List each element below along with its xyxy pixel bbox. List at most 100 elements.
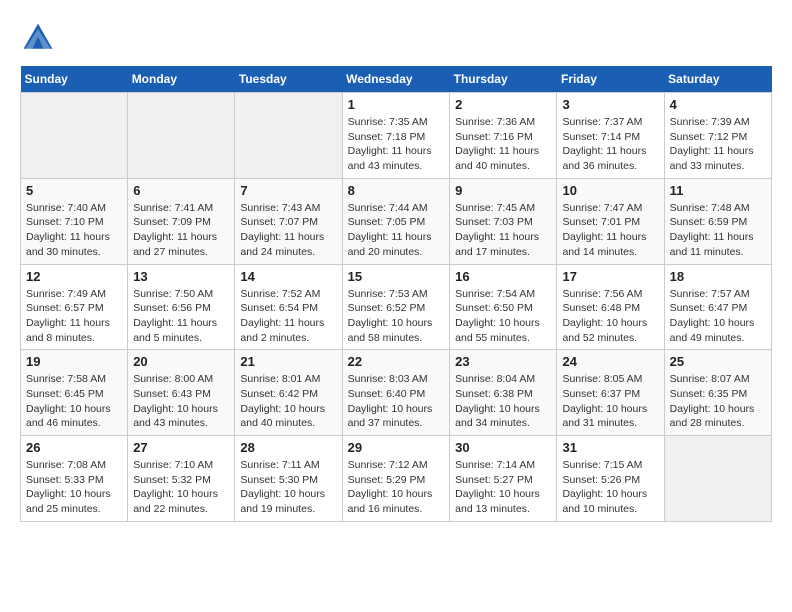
day-info: Sunrise: 7:10 AMSunset: 5:32 PMDaylight:… <box>133 458 229 517</box>
calendar-week-row: 5 Sunrise: 7:40 AMSunset: 7:10 PMDayligh… <box>21 178 772 264</box>
day-number: 2 <box>455 97 551 112</box>
day-info: Sunrise: 7:11 AMSunset: 5:30 PMDaylight:… <box>240 458 336 517</box>
day-info: Sunrise: 8:03 AMSunset: 6:40 PMDaylight:… <box>348 372 445 431</box>
calendar-cell: 27 Sunrise: 7:10 AMSunset: 5:32 PMDaylig… <box>128 436 235 522</box>
day-number: 17 <box>562 269 658 284</box>
day-info: Sunrise: 7:15 AMSunset: 5:26 PMDaylight:… <box>562 458 658 517</box>
day-number: 11 <box>670 183 766 198</box>
day-number: 7 <box>240 183 336 198</box>
calendar-cell <box>235 93 342 179</box>
weekday-header: Thursday <box>450 66 557 93</box>
calendar-cell: 2 Sunrise: 7:36 AMSunset: 7:16 PMDayligh… <box>450 93 557 179</box>
calendar-week-row: 26 Sunrise: 7:08 AMSunset: 5:33 PMDaylig… <box>21 436 772 522</box>
day-info: Sunrise: 8:05 AMSunset: 6:37 PMDaylight:… <box>562 372 658 431</box>
calendar-cell: 24 Sunrise: 8:05 AMSunset: 6:37 PMDaylig… <box>557 350 664 436</box>
day-number: 21 <box>240 354 336 369</box>
day-info: Sunrise: 7:36 AMSunset: 7:16 PMDaylight:… <box>455 115 551 174</box>
calendar-cell: 8 Sunrise: 7:44 AMSunset: 7:05 PMDayligh… <box>342 178 450 264</box>
day-number: 27 <box>133 440 229 455</box>
weekday-header: Friday <box>557 66 664 93</box>
day-info: Sunrise: 8:07 AMSunset: 6:35 PMDaylight:… <box>670 372 766 431</box>
calendar-cell: 15 Sunrise: 7:53 AMSunset: 6:52 PMDaylig… <box>342 264 450 350</box>
calendar-cell: 19 Sunrise: 7:58 AMSunset: 6:45 PMDaylig… <box>21 350 128 436</box>
day-info: Sunrise: 7:48 AMSunset: 6:59 PMDaylight:… <box>670 201 766 260</box>
day-info: Sunrise: 8:01 AMSunset: 6:42 PMDaylight:… <box>240 372 336 431</box>
day-info: Sunrise: 7:35 AMSunset: 7:18 PMDaylight:… <box>348 115 445 174</box>
calendar-cell: 26 Sunrise: 7:08 AMSunset: 5:33 PMDaylig… <box>21 436 128 522</box>
day-info: Sunrise: 8:00 AMSunset: 6:43 PMDaylight:… <box>133 372 229 431</box>
logo-icon <box>20 20 56 56</box>
day-info: Sunrise: 7:56 AMSunset: 6:48 PMDaylight:… <box>562 287 658 346</box>
weekday-header: Saturday <box>664 66 771 93</box>
calendar-cell: 31 Sunrise: 7:15 AMSunset: 5:26 PMDaylig… <box>557 436 664 522</box>
logo <box>20 20 62 56</box>
day-info: Sunrise: 7:08 AMSunset: 5:33 PMDaylight:… <box>26 458 122 517</box>
calendar-cell: 30 Sunrise: 7:14 AMSunset: 5:27 PMDaylig… <box>450 436 557 522</box>
day-number: 18 <box>670 269 766 284</box>
day-info: Sunrise: 7:44 AMSunset: 7:05 PMDaylight:… <box>348 201 445 260</box>
calendar-table: SundayMondayTuesdayWednesdayThursdayFrid… <box>20 66 772 522</box>
calendar-cell: 12 Sunrise: 7:49 AMSunset: 6:57 PMDaylig… <box>21 264 128 350</box>
day-info: Sunrise: 8:04 AMSunset: 6:38 PMDaylight:… <box>455 372 551 431</box>
calendar-cell: 18 Sunrise: 7:57 AMSunset: 6:47 PMDaylig… <box>664 264 771 350</box>
day-number: 24 <box>562 354 658 369</box>
day-number: 10 <box>562 183 658 198</box>
day-number: 25 <box>670 354 766 369</box>
calendar-cell: 22 Sunrise: 8:03 AMSunset: 6:40 PMDaylig… <box>342 350 450 436</box>
weekday-header: Tuesday <box>235 66 342 93</box>
weekday-header: Monday <box>128 66 235 93</box>
day-info: Sunrise: 7:43 AMSunset: 7:07 PMDaylight:… <box>240 201 336 260</box>
day-number: 3 <box>562 97 658 112</box>
day-info: Sunrise: 7:49 AMSunset: 6:57 PMDaylight:… <box>26 287 122 346</box>
calendar-cell: 29 Sunrise: 7:12 AMSunset: 5:29 PMDaylig… <box>342 436 450 522</box>
day-number: 26 <box>26 440 122 455</box>
calendar-cell <box>21 93 128 179</box>
day-number: 8 <box>348 183 445 198</box>
calendar-cell: 13 Sunrise: 7:50 AMSunset: 6:56 PMDaylig… <box>128 264 235 350</box>
calendar-cell: 6 Sunrise: 7:41 AMSunset: 7:09 PMDayligh… <box>128 178 235 264</box>
calendar-cell: 16 Sunrise: 7:54 AMSunset: 6:50 PMDaylig… <box>450 264 557 350</box>
calendar-cell: 9 Sunrise: 7:45 AMSunset: 7:03 PMDayligh… <box>450 178 557 264</box>
day-number: 1 <box>348 97 445 112</box>
calendar-week-row: 1 Sunrise: 7:35 AMSunset: 7:18 PMDayligh… <box>21 93 772 179</box>
day-info: Sunrise: 7:57 AMSunset: 6:47 PMDaylight:… <box>670 287 766 346</box>
day-number: 23 <box>455 354 551 369</box>
calendar-cell: 14 Sunrise: 7:52 AMSunset: 6:54 PMDaylig… <box>235 264 342 350</box>
calendar-cell: 17 Sunrise: 7:56 AMSunset: 6:48 PMDaylig… <box>557 264 664 350</box>
day-number: 16 <box>455 269 551 284</box>
page-header <box>20 20 772 56</box>
day-number: 6 <box>133 183 229 198</box>
calendar-cell: 4 Sunrise: 7:39 AMSunset: 7:12 PMDayligh… <box>664 93 771 179</box>
calendar-cell: 20 Sunrise: 8:00 AMSunset: 6:43 PMDaylig… <box>128 350 235 436</box>
day-info: Sunrise: 7:40 AMSunset: 7:10 PMDaylight:… <box>26 201 122 260</box>
day-number: 28 <box>240 440 336 455</box>
day-number: 5 <box>26 183 122 198</box>
day-info: Sunrise: 7:54 AMSunset: 6:50 PMDaylight:… <box>455 287 551 346</box>
day-info: Sunrise: 7:52 AMSunset: 6:54 PMDaylight:… <box>240 287 336 346</box>
calendar-cell: 10 Sunrise: 7:47 AMSunset: 7:01 PMDaylig… <box>557 178 664 264</box>
calendar-cell: 23 Sunrise: 8:04 AMSunset: 6:38 PMDaylig… <box>450 350 557 436</box>
calendar-cell <box>128 93 235 179</box>
day-number: 4 <box>670 97 766 112</box>
day-number: 20 <box>133 354 229 369</box>
calendar-week-row: 12 Sunrise: 7:49 AMSunset: 6:57 PMDaylig… <box>21 264 772 350</box>
calendar-cell: 5 Sunrise: 7:40 AMSunset: 7:10 PMDayligh… <box>21 178 128 264</box>
day-number: 12 <box>26 269 122 284</box>
day-number: 30 <box>455 440 551 455</box>
day-info: Sunrise: 7:14 AMSunset: 5:27 PMDaylight:… <box>455 458 551 517</box>
calendar-cell: 25 Sunrise: 8:07 AMSunset: 6:35 PMDaylig… <box>664 350 771 436</box>
day-info: Sunrise: 7:50 AMSunset: 6:56 PMDaylight:… <box>133 287 229 346</box>
day-info: Sunrise: 7:41 AMSunset: 7:09 PMDaylight:… <box>133 201 229 260</box>
day-info: Sunrise: 7:58 AMSunset: 6:45 PMDaylight:… <box>26 372 122 431</box>
day-info: Sunrise: 7:37 AMSunset: 7:14 PMDaylight:… <box>562 115 658 174</box>
day-number: 15 <box>348 269 445 284</box>
calendar-cell: 7 Sunrise: 7:43 AMSunset: 7:07 PMDayligh… <box>235 178 342 264</box>
day-info: Sunrise: 7:45 AMSunset: 7:03 PMDaylight:… <box>455 201 551 260</box>
day-info: Sunrise: 7:12 AMSunset: 5:29 PMDaylight:… <box>348 458 445 517</box>
calendar-week-row: 19 Sunrise: 7:58 AMSunset: 6:45 PMDaylig… <box>21 350 772 436</box>
calendar-cell: 21 Sunrise: 8:01 AMSunset: 6:42 PMDaylig… <box>235 350 342 436</box>
day-number: 13 <box>133 269 229 284</box>
day-number: 29 <box>348 440 445 455</box>
day-number: 22 <box>348 354 445 369</box>
calendar-cell: 28 Sunrise: 7:11 AMSunset: 5:30 PMDaylig… <box>235 436 342 522</box>
